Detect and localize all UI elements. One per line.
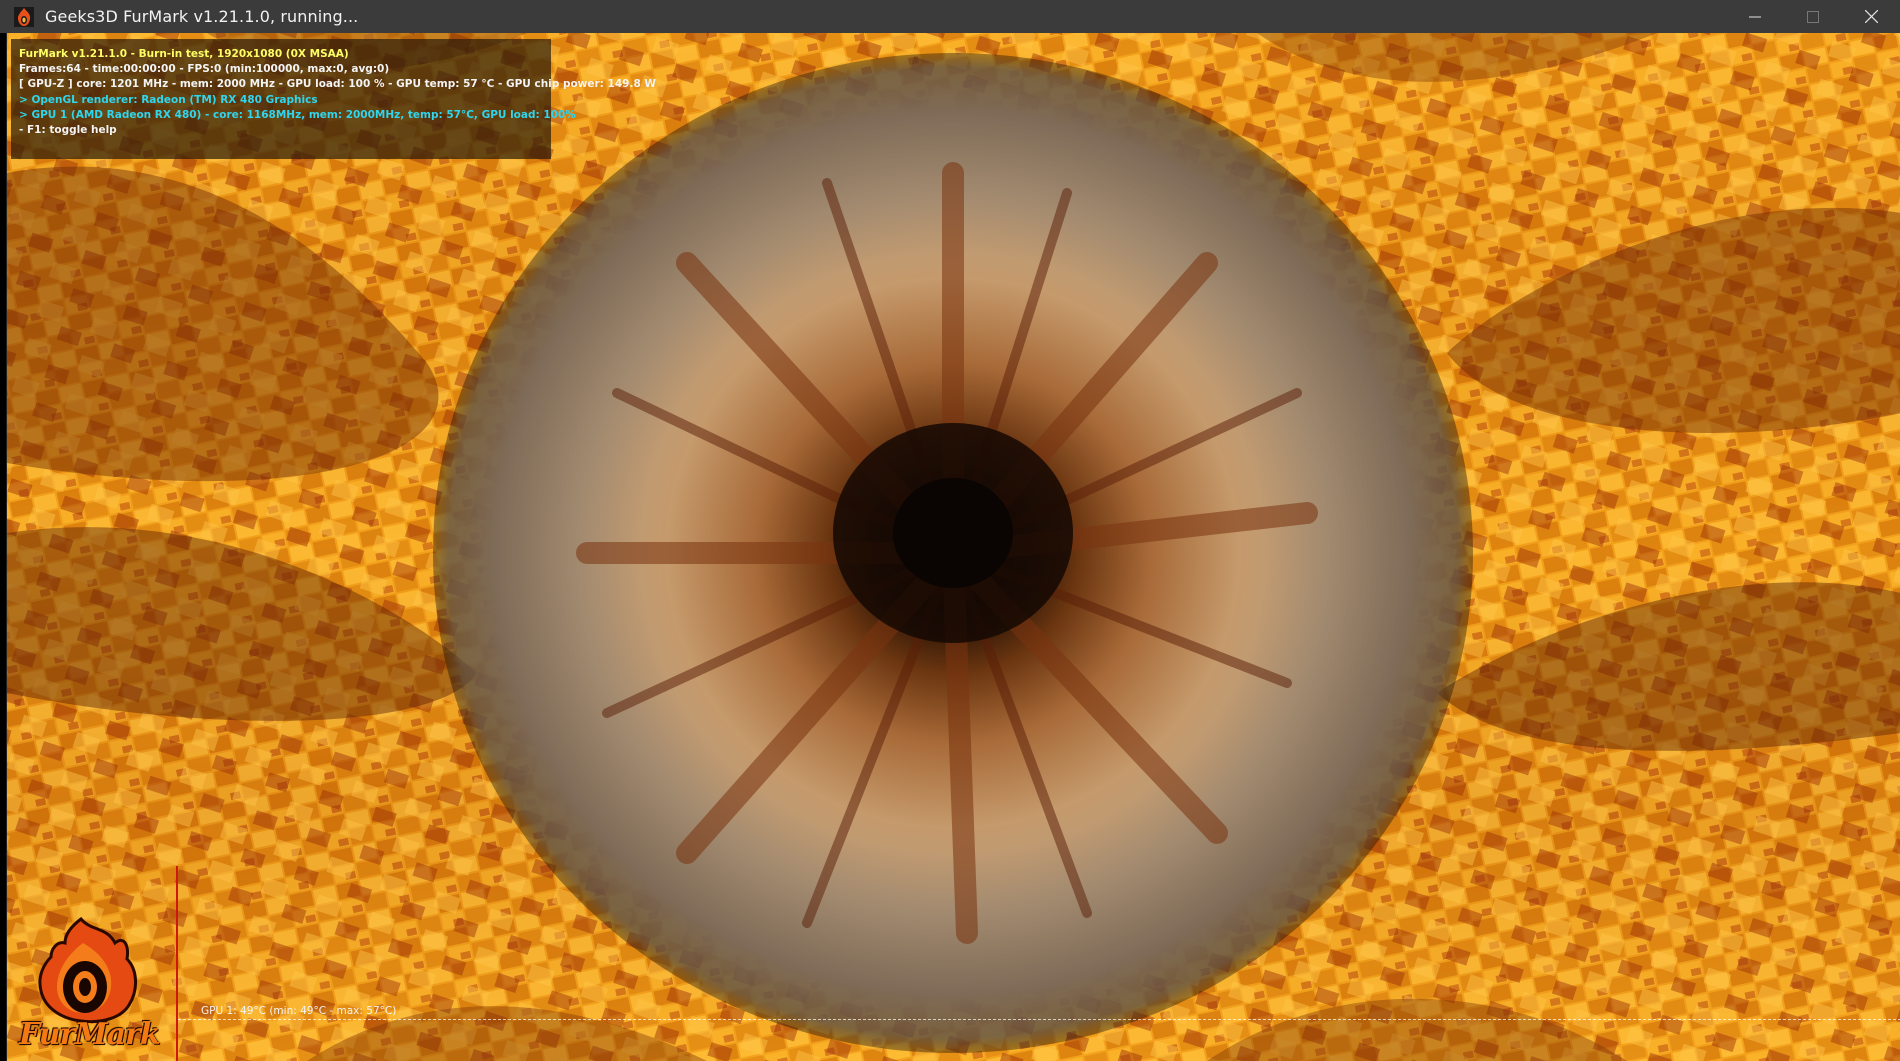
furmark-app-icon[interactable]: [14, 6, 34, 27]
overlay-help-line: - F1: toggle help: [19, 124, 117, 137]
furmark-logo-text: FurMark: [19, 1017, 161, 1052]
overlay-title-line: FurMark v1.21.1.0 - Burn-in test, 1920x1…: [19, 48, 349, 60]
graph-temperature-line: [178, 1019, 1900, 1020]
graph-y-axis: [176, 866, 178, 1061]
overlay-renderer-line: > OpenGL renderer: Radeon (TM) RX 480 Gr…: [19, 93, 318, 106]
window-title: Geeks3D FurMark v1.21.1.0, running...: [45, 7, 359, 26]
maximize-button[interactable]: [1784, 0, 1842, 33]
overlay-gpuz-line: [ GPU-Z ] core: 1201 MHz - mem: 2000 MHz…: [19, 78, 656, 91]
info-overlay: FurMark v1.21.1.0 - Burn-in test, 1920x1…: [11, 39, 656, 159]
minimize-button[interactable]: [1726, 0, 1784, 33]
overlay-frames-line: Frames:64 - time:00:00:00 - FPS:0 (min:1…: [19, 63, 390, 76]
minimize-icon: [1749, 16, 1761, 17]
graph-temperature-label: GPU 1: 49°C (min: 49°C - max: 57°C): [201, 1005, 397, 1017]
maximize-icon: [1807, 10, 1819, 23]
render-viewport[interactable]: FurMark v1.21.1.0 - Burn-in test, 1920x1…: [6, 33, 1900, 1061]
furmark-flame-logo: [38, 916, 137, 1024]
close-icon: [1864, 10, 1878, 23]
gpu-temperature-graph: GPU 1: 49°C (min: 49°C - max: 57°C): [176, 866, 1900, 1061]
window-controls: [1726, 0, 1900, 33]
furmark-logo: FurMark: [11, 913, 171, 1061]
overlay-gpu-line: > GPU 1 (AMD Radeon RX 480) - core: 1168…: [19, 108, 576, 121]
close-button[interactable]: [1842, 0, 1900, 33]
window-titlebar[interactable]: Geeks3D FurMark v1.21.1.0, running...: [0, 0, 1900, 33]
